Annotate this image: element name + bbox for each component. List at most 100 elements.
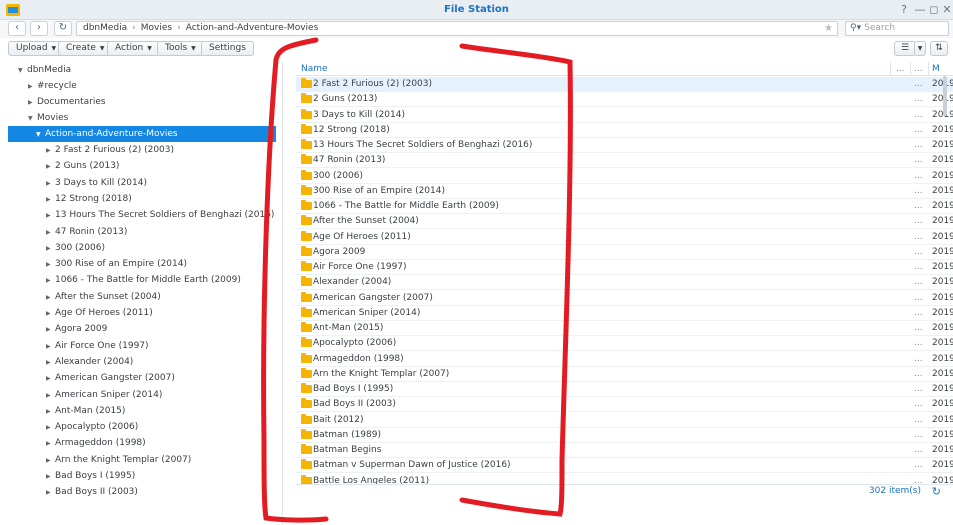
tree-item-movie[interactable]: ▶ Bad Boys I (1995) — [46, 468, 135, 484]
table-row[interactable]: Battle Los Angeles (2011)... 2019 — [296, 474, 953, 484]
tree-item-action-adventure-movies[interactable]: ▼ Action-and-Adventure-Movies — [8, 126, 276, 142]
table-row[interactable]: 1066 - The Battle for Middle Earth (2009… — [296, 199, 953, 214]
table-row[interactable]: 2 Guns (2013)...2019 — [296, 92, 953, 108]
tree-node-label: American Sniper (2014) — [55, 389, 163, 400]
table-row[interactable]: Batman v Superman Dawn of Justice (2016)… — [296, 458, 953, 474]
action-button[interactable]: Action ▼ — [107, 41, 160, 56]
file-name: Alexander (2004) — [313, 277, 392, 288]
table-row[interactable]: Agora 2009... 2019 — [296, 245, 953, 260]
tree-item-documentaries[interactable]: ▶ Documentaries — [28, 94, 106, 110]
file-name: Bad Boys I (1995) — [313, 384, 394, 394]
tree-item-movie[interactable]: ▶ 300 (2006) — [46, 240, 105, 256]
table-row[interactable]: Bad Boys II (2003)... 2019 — [296, 397, 953, 413]
tree-root-dbnmedia[interactable]: ▼ dbnMedia — [18, 62, 71, 78]
refresh-icon[interactable]: ↻ — [932, 485, 941, 498]
chevron-down-icon: ▼ — [147, 45, 152, 52]
row-more: ... — [914, 185, 923, 196]
tree-node-label: 2 Fast 2 Furious (2) (2003) — [55, 145, 175, 155]
tree-item-movie[interactable]: ▶ 2 Fast 2 Furious (2) (2003) — [46, 142, 174, 158]
tree-item-movie[interactable]: ▶ Arn the Knight Templar (2007) — [46, 452, 191, 468]
tree-item-movie[interactable]: ▶ Agora 2009 — [46, 321, 107, 337]
tree-node-label: #recycle — [37, 81, 77, 91]
table-row[interactable]: Batman Begins... 2019 — [296, 443, 953, 458]
table-row[interactable]: Bait (2012)... 2019 — [296, 413, 953, 428]
caret-down-icon: ▼ — [18, 67, 23, 74]
column-header-name[interactable]: Name — [301, 64, 328, 74]
table-row[interactable]: American Sniper (2014)... 2019 — [296, 306, 953, 321]
table-row[interactable]: Air Force One (1997)... 2019 — [296, 260, 953, 275]
table-row[interactable]: 13 Hours The Secret Soldiers of Benghazi… — [296, 138, 953, 153]
search-input[interactable]: ⚲▾ Search — [845, 21, 949, 36]
column-header-more[interactable]: ... — [914, 64, 923, 74]
create-button[interactable]: Create ▼ — [58, 41, 113, 56]
tree-item-movie[interactable]: ▶ 1066 - The Battle for Middle Earth (200… — [46, 272, 241, 288]
star-icon[interactable]: ★ — [824, 22, 833, 35]
table-row[interactable]: Arn the Knight Templar (2007)... 2019 — [296, 367, 953, 382]
table-row[interactable]: Apocalypto (2006)... 2019 — [296, 336, 953, 352]
table-row[interactable]: Armageddon (1998)... 2019 — [296, 352, 953, 367]
tree-item-movie[interactable]: ▶ Armageddon (1998) — [46, 435, 146, 451]
upload-button[interactable]: Upload ▼ — [8, 41, 65, 56]
tree-item-movie[interactable]: ▶ American Gangster (2007) — [46, 370, 175, 386]
table-row[interactable]: 300 Rise of an Empire (2014)... 2019 — [296, 184, 953, 199]
refresh-button[interactable]: ↻ — [54, 21, 72, 36]
list-view-icon[interactable]: ☰ — [894, 41, 916, 56]
row-more: ... — [914, 399, 923, 410]
table-row[interactable]: American Gangster (2007)... 2019 — [296, 291, 953, 306]
table-row[interactable]: Age Of Heroes (2011)... 2019 — [296, 230, 953, 245]
close-button[interactable]: ✕ — [940, 3, 953, 16]
modified-date: 2019 — [932, 307, 953, 318]
tree-item-movie[interactable]: ▶ 12 Strong (2018) — [46, 191, 132, 207]
table-row[interactable]: Batman (1989)... 2019 — [296, 428, 953, 443]
back-button[interactable]: ‹ — [8, 21, 26, 36]
tools-button[interactable]: Tools ▼ — [157, 41, 204, 56]
tree-item-movie[interactable]: ▶ 300 Rise of an Empire (2014) — [46, 256, 187, 272]
tree-node-label: Bad Boys I (1995) — [55, 471, 136, 481]
table-row[interactable]: Alexander (2004)... 2019 — [296, 275, 953, 291]
tree-item-movie[interactable]: ▶ 3 Days to Kill (2014) — [46, 175, 147, 191]
maximize-button[interactable]: ◻ — [927, 3, 941, 16]
tree-node-label: Age Of Heroes (2011) — [55, 308, 153, 318]
column-header-modified[interactable]: M — [932, 64, 940, 74]
breadcrumb-movies[interactable]: Movies — [141, 23, 172, 33]
view-dropdown-icon[interactable]: ▼ — [914, 41, 926, 56]
caret-right-icon: ▶ — [46, 163, 51, 171]
settings-button[interactable]: Settings — [201, 41, 254, 56]
caret-right-icon: ▶ — [46, 375, 51, 383]
scrollbar[interactable] — [943, 76, 947, 116]
tree-item-movie[interactable]: ▶ Air Force One (1997) — [46, 338, 149, 354]
table-row[interactable]: 47 Ronin (2013)... 2019 — [296, 153, 953, 169]
tree-item-movie[interactable]: ▶ American Sniper (2014) — [46, 387, 162, 403]
tree-item-movie[interactable]: ▶ Age Of Heroes (2011) — [46, 305, 153, 321]
row-more: ... — [914, 94, 923, 105]
table-row[interactable]: Ant-Man (2015)... 2019 — [296, 321, 953, 336]
breadcrumb-action-movies[interactable]: Action-and-Adventure-Movies — [186, 23, 319, 33]
table-row[interactable]: 300 (2006)... 2019 — [296, 169, 953, 184]
forward-button[interactable]: › — [30, 21, 48, 36]
table-row[interactable]: 12 Strong (2018)... 2019 — [296, 123, 953, 138]
tree-item-movie[interactable]: ▶ After the Sunset (2004) — [46, 289, 161, 305]
table-row[interactable]: After the Sunset (2004)... 2019 — [296, 214, 953, 230]
tree-item-movie[interactable]: ▶ 47 Ronin (2013) — [46, 224, 127, 240]
chevron-down-icon: ▼ — [99, 45, 105, 52]
table-row[interactable]: 3 Days to Kill (2014)...2019 — [296, 108, 953, 123]
file-name: Air Force One (1997) — [313, 262, 407, 272]
help-icon[interactable]: ? — [897, 3, 911, 16]
breadcrumb-dbnmedia[interactable]: dbnMedia — [83, 23, 127, 33]
tree-item-movie[interactable]: ▶ Apocalypto (2006) — [46, 419, 138, 435]
tree-item-movie[interactable]: ▶ Alexander (2004) — [46, 354, 133, 370]
minimize-button[interactable]: — — [913, 3, 927, 16]
caret-right-icon: ▶ — [46, 179, 51, 187]
tree-item-recycle[interactable]: ▶ #recycle — [28, 78, 77, 94]
row-more: ... — [914, 353, 923, 364]
column-header-more[interactable]: ... — [896, 64, 905, 74]
sort-icon[interactable]: ⇅ — [930, 41, 948, 56]
tree-item-movies[interactable]: ▼ Movies — [28, 110, 68, 126]
tree-item-movie[interactable]: ▶ 2 Guns (2013) — [46, 158, 119, 174]
table-row[interactable]: 2 Fast 2 Furious (2) (2003)...2019 — [296, 77, 953, 92]
tree-item-movie[interactable]: ▶ 13 Hours The Secret Soldiers of Benghaz… — [46, 207, 274, 223]
table-row[interactable]: Bad Boys I (1995)... 2019 — [296, 382, 953, 397]
file-name: 300 (2006) — [313, 170, 363, 181]
tree-item-movie[interactable]: ▶ Bad Boys II (2003) — [46, 484, 138, 500]
tree-item-movie[interactable]: ▶ Ant-Man (2015) — [46, 403, 125, 419]
